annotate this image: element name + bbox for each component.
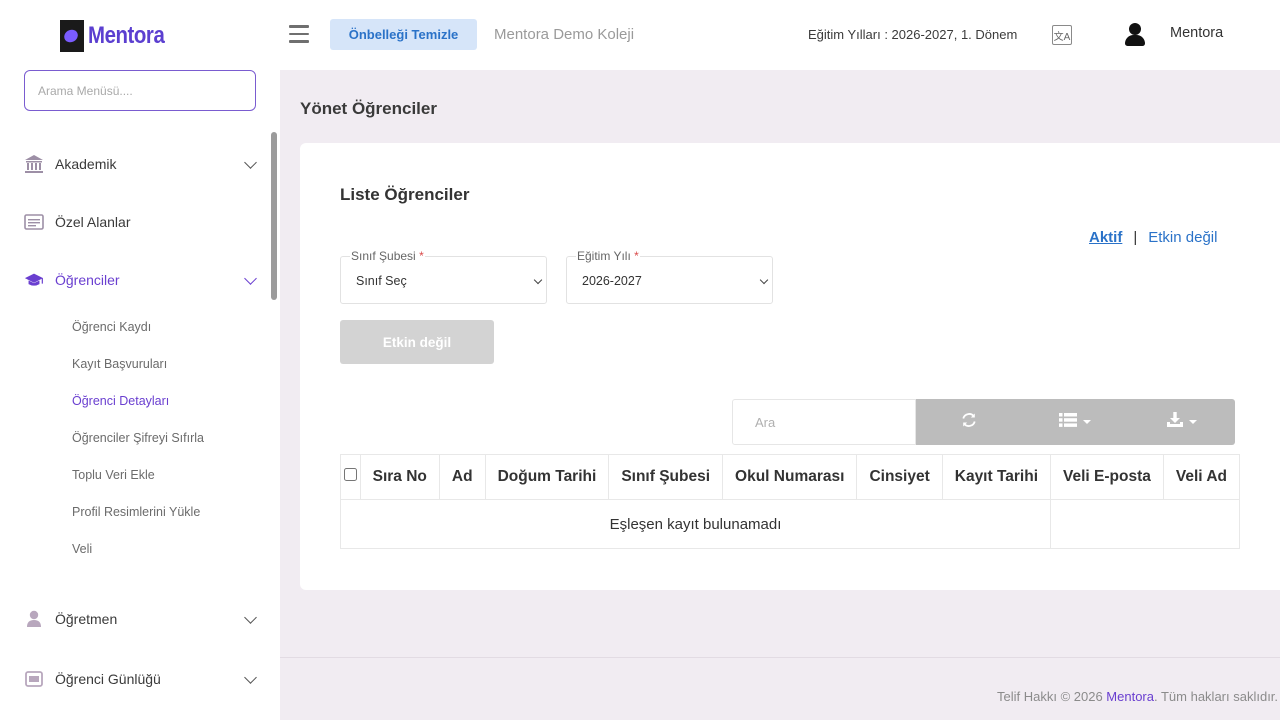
sidebar-item-ogretmen[interactable]: Öğretmen (24, 604, 260, 634)
graduation-cap-icon (24, 270, 44, 290)
deactivate-button[interactable]: Etkin değil (340, 320, 494, 364)
footer: Telif Hakkı © 2026 Mentora. Tüm hakları … (280, 657, 1280, 720)
column-header[interactable]: Doğum Tarihi (484, 454, 610, 500)
class-section-label: Sınıf Şubesi * (350, 249, 425, 263)
status-inactive-link[interactable]: Etkin değil (1148, 229, 1217, 246)
table-empty-row: Eşleşen kayıt bulunamadı (340, 499, 1240, 549)
sidebar-item-label: Özel Alanlar (55, 214, 131, 230)
column-header[interactable]: Sınıf Şubesi (608, 454, 724, 500)
sidebar-item-label: Akademik (55, 156, 117, 172)
refresh-button[interactable] (916, 399, 1022, 445)
select-all-checkbox[interactable] (343, 468, 357, 481)
select-all-cell (340, 454, 361, 500)
sidebar-item-ogrenciler[interactable]: Öğrenciler (24, 265, 260, 295)
table-search-input[interactable] (732, 399, 916, 445)
logo-text: Mentora (88, 22, 165, 49)
menu-toggle-icon[interactable] (289, 25, 309, 45)
education-year-value: 2026-2027 (582, 274, 642, 288)
education-year-label: Eğitim Yılı * (576, 249, 640, 263)
sidebar-subitem-ogrenci-kaydi[interactable]: Öğrenci Kaydı (72, 320, 151, 334)
menu-search-input[interactable] (24, 70, 256, 111)
chevron-down-icon (244, 272, 257, 285)
sidebar-item-label: Öğrenciler (55, 272, 120, 288)
sidebar-subitem-veli[interactable]: Veli (72, 542, 92, 556)
sidebar-subitem-ogrenci-detaylari[interactable]: Öğrenci Detayları (72, 394, 169, 408)
download-icon (1166, 412, 1183, 432)
sidebar-item-ozel-alanlar[interactable]: Özel Alanlar (24, 207, 260, 237)
students-card: Liste Öğrenciler Aktif | Etkin değil Sınıf… (300, 143, 1280, 590)
chevron-down-icon (533, 275, 543, 285)
chevron-down-icon (244, 671, 257, 684)
column-header[interactable]: Veli E-posta (1050, 454, 1164, 500)
card-title: Liste Öğrenciler (340, 185, 470, 204)
export-button[interactable] (1129, 399, 1235, 445)
user-avatar-icon[interactable] (1124, 23, 1146, 47)
sidebar-scrollbar[interactable] (271, 132, 277, 300)
class-section-value: Sınıf Seç (356, 274, 407, 288)
logo[interactable]: Mentora (60, 20, 178, 52)
students-table: Sıra No Ad Doğum Tarihi Sınıf Şubesi Oku… (340, 454, 1240, 549)
education-years[interactable]: Eğitim Yılları : 2026-2027, 1. Dönem (808, 27, 1017, 42)
envelope-icon (24, 669, 44, 689)
page-title: Yönet Öğrenciler (300, 99, 437, 118)
sidebar-subitem-toplu-veri-ekle[interactable]: Toplu Veri Ekle (72, 468, 155, 482)
status-separator: | (1133, 229, 1138, 246)
education-year-select[interactable]: Eğitim Yılı * 2026-2027 (566, 249, 773, 304)
chevron-down-icon (244, 611, 257, 624)
sidebar-subitem-profil-resimleri[interactable]: Profil Resimlerini Yükle (72, 505, 200, 519)
logo-mark-icon (60, 20, 84, 52)
sidebar-item-label: Öğrenci Günlüğü (55, 671, 161, 687)
list-card-icon (24, 212, 44, 232)
sidebar-item-ogrenci-gunlugu[interactable]: Öğrenci Günlüğü (24, 664, 260, 694)
table-header-row: Sıra No Ad Doğum Tarihi Sınıf Şubesi Oku… (340, 454, 1240, 500)
caret-down-icon (1188, 420, 1197, 424)
chevron-down-icon (759, 275, 769, 285)
school-name: Mentora Demo Koleji (494, 26, 635, 43)
sidebar-item-akademik[interactable]: Akademik (24, 149, 260, 179)
column-header[interactable]: Okul Numarası (722, 454, 858, 500)
column-header[interactable]: Sıra No (359, 454, 440, 500)
bank-icon (24, 154, 44, 174)
status-filter: Aktif | Etkin değil (1089, 229, 1217, 246)
column-header[interactable]: Veli Ad (1162, 454, 1240, 500)
clear-cache-button[interactable]: Önbelleği Temizle (330, 19, 477, 50)
column-header[interactable]: Cinsiyet (856, 454, 943, 500)
empty-message: Eşleşen kayıt bulunamadı (340, 499, 1052, 549)
caret-down-icon (1083, 420, 1092, 424)
top-header: Önbelleği Temizle Mentora Demo Koleji Eğ… (280, 0, 1280, 70)
sidebar-item-label: Öğretmen (55, 611, 118, 627)
table-toolbar (916, 399, 1235, 445)
status-active-link[interactable]: Aktif (1089, 229, 1122, 246)
column-header[interactable]: Ad (438, 454, 486, 500)
sidebar-subitem-kayit-basvurulari[interactable]: Kayıt Başvuruları (72, 357, 167, 371)
sidebar: Mentora Akademik Özel Alanlar Öğrenciler… (0, 0, 280, 720)
column-header[interactable]: Kayıt Tarihi (941, 454, 1052, 500)
refresh-icon (961, 412, 977, 433)
user-icon (24, 609, 44, 629)
copyright-text: Telif Hakkı © 2026 Mentora. Tüm hakları … (997, 689, 1279, 704)
translate-icon[interactable]: 文A (1052, 25, 1072, 45)
columns-list-icon (1059, 412, 1078, 432)
class-section-select[interactable]: Sınıf Şubesi * Sınıf Seç (340, 249, 547, 304)
chevron-down-icon (244, 156, 257, 169)
user-name[interactable]: Mentora (1170, 25, 1223, 41)
columns-toggle-button[interactable] (1022, 399, 1128, 445)
sidebar-subitem-sifre-sifirla[interactable]: Öğrenciler Şifreyi Sıfırla (72, 431, 204, 445)
footer-brand-link[interactable]: Mentora (1106, 689, 1154, 704)
